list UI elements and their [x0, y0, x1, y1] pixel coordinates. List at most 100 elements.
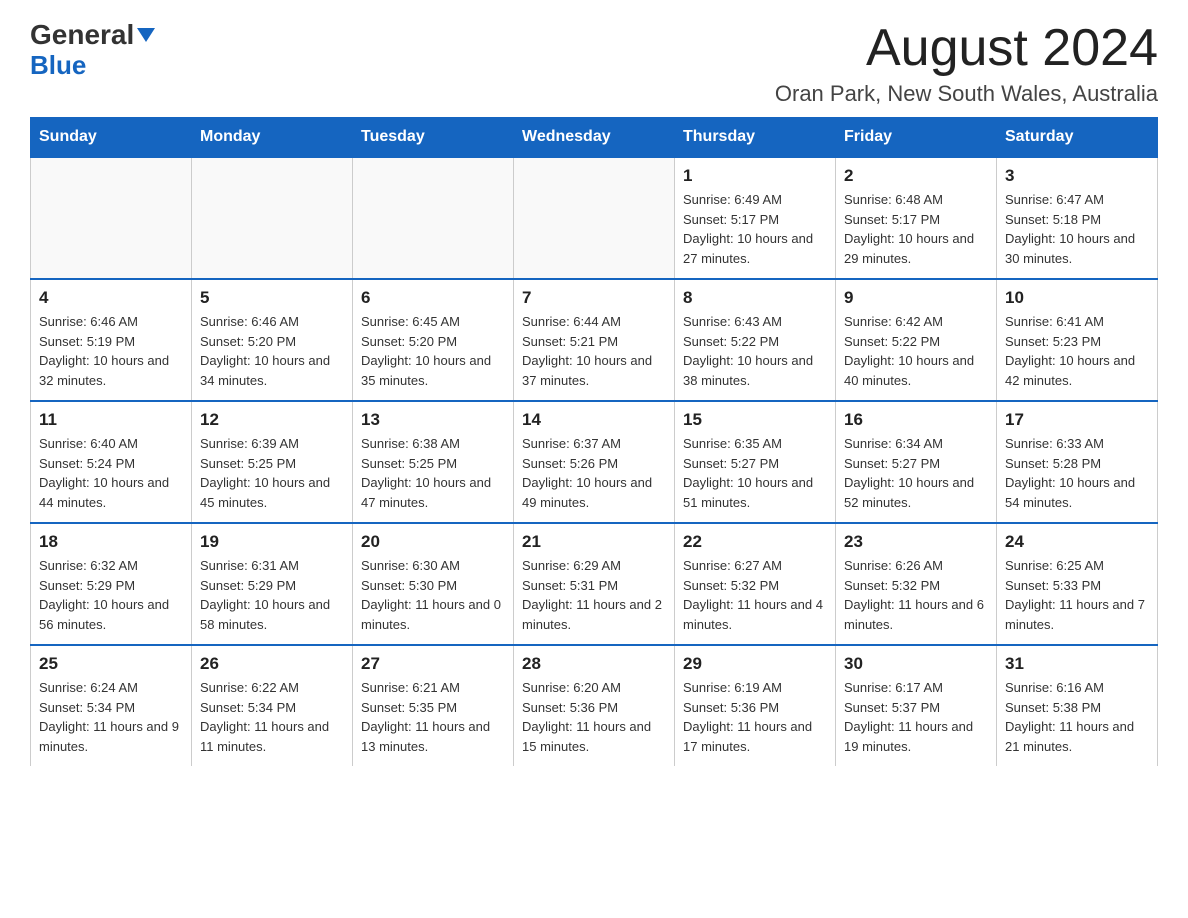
- day-number: 19: [200, 532, 344, 552]
- day-number: 15: [683, 410, 827, 430]
- day-info: Sunrise: 6:41 AMSunset: 5:23 PMDaylight:…: [1005, 312, 1149, 390]
- calendar-table: SundayMondayTuesdayWednesdayThursdayFrid…: [30, 117, 1158, 766]
- day-number: 1: [683, 166, 827, 186]
- day-info: Sunrise: 6:35 AMSunset: 5:27 PMDaylight:…: [683, 434, 827, 512]
- title-area: August 2024 Oran Park, New South Wales, …: [775, 20, 1158, 107]
- calendar-header-row: SundayMondayTuesdayWednesdayThursdayFrid…: [31, 118, 1158, 158]
- calendar-day-header-sunday: Sunday: [31, 118, 192, 158]
- day-number: 9: [844, 288, 988, 308]
- calendar-cell: 18Sunrise: 6:32 AMSunset: 5:29 PMDayligh…: [31, 523, 192, 645]
- calendar-cell: 6 Sunrise: 6:45 AMSunset: 5:20 PMDaylight…: [353, 279, 514, 401]
- logo-triangle-icon: [137, 28, 155, 42]
- day-info: Sunrise: 6:21 AMSunset: 5:35 PMDaylight:…: [361, 678, 505, 756]
- day-number: 5: [200, 288, 344, 308]
- calendar-cell: 13 Sunrise: 6:38 AMSunset: 5:25 PMDayligh…: [353, 401, 514, 523]
- calendar-cell: 27 Sunrise: 6:21 AMSunset: 5:35 PMDayligh…: [353, 645, 514, 766]
- calendar-cell: 2Sunrise: 6:48 AMSunset: 5:17 PMDaylight…: [836, 157, 997, 279]
- calendar-cell: 14Sunrise: 6:37 AMSunset: 5:26 PMDayligh…: [514, 401, 675, 523]
- calendar-cell: [31, 157, 192, 279]
- calendar-cell: [514, 157, 675, 279]
- logo-blue-text: Blue: [30, 51, 86, 80]
- calendar-cell: 15 Sunrise: 6:35 AMSunset: 5:27 PMDayligh…: [675, 401, 836, 523]
- day-number: 17: [1005, 410, 1149, 430]
- calendar-week-row: 18Sunrise: 6:32 AMSunset: 5:29 PMDayligh…: [31, 523, 1158, 645]
- day-info: Sunrise: 6:34 AMSunset: 5:27 PMDaylight:…: [844, 434, 988, 512]
- day-number: 27: [361, 654, 505, 674]
- day-number: 25: [39, 654, 183, 674]
- day-info: Sunrise: 6:30 AMSunset: 5:30 PMDaylight:…: [361, 556, 505, 634]
- day-info: Sunrise: 6:46 AMSunset: 5:20 PMDaylight:…: [200, 312, 344, 390]
- calendar-day-header-wednesday: Wednesday: [514, 118, 675, 158]
- day-number: 4: [39, 288, 183, 308]
- day-number: 7: [522, 288, 666, 308]
- day-number: 10: [1005, 288, 1149, 308]
- day-number: 20: [361, 532, 505, 552]
- day-info: Sunrise: 6:27 AMSunset: 5:32 PMDaylight:…: [683, 556, 827, 634]
- day-info: Sunrise: 6:26 AMSunset: 5:32 PMDaylight:…: [844, 556, 988, 634]
- calendar-cell: 22 Sunrise: 6:27 AMSunset: 5:32 PMDayligh…: [675, 523, 836, 645]
- calendar-day-header-tuesday: Tuesday: [353, 118, 514, 158]
- day-info: Sunrise: 6:47 AMSunset: 5:18 PMDaylight:…: [1005, 190, 1149, 268]
- day-number: 21: [522, 532, 666, 552]
- day-info: Sunrise: 6:42 AMSunset: 5:22 PMDaylight:…: [844, 312, 988, 390]
- calendar-day-header-saturday: Saturday: [997, 118, 1158, 158]
- day-number: 22: [683, 532, 827, 552]
- calendar-cell: 16Sunrise: 6:34 AMSunset: 5:27 PMDayligh…: [836, 401, 997, 523]
- day-info: Sunrise: 6:29 AMSunset: 5:31 PMDaylight:…: [522, 556, 666, 634]
- calendar-week-row: 11Sunrise: 6:40 AMSunset: 5:24 PMDayligh…: [31, 401, 1158, 523]
- calendar-cell: 30 Sunrise: 6:17 AMSunset: 5:37 PMDayligh…: [836, 645, 997, 766]
- calendar-cell: 3Sunrise: 6:47 AMSunset: 5:18 PMDaylight…: [997, 157, 1158, 279]
- day-number: 29: [683, 654, 827, 674]
- day-number: 18: [39, 532, 183, 552]
- calendar-cell: 4 Sunrise: 6:46 AMSunset: 5:19 PMDaylight…: [31, 279, 192, 401]
- header: General Blue August 2024 Oran Park, New …: [30, 20, 1158, 107]
- calendar-week-row: 1Sunrise: 6:49 AMSunset: 5:17 PMDaylight…: [31, 157, 1158, 279]
- day-number: 28: [522, 654, 666, 674]
- calendar-cell: 19Sunrise: 6:31 AMSunset: 5:29 PMDayligh…: [192, 523, 353, 645]
- calendar-week-row: 25 Sunrise: 6:24 AMSunset: 5:34 PMDayligh…: [31, 645, 1158, 766]
- day-info: Sunrise: 6:37 AMSunset: 5:26 PMDaylight:…: [522, 434, 666, 512]
- day-number: 8: [683, 288, 827, 308]
- calendar-cell: 9 Sunrise: 6:42 AMSunset: 5:22 PMDaylight…: [836, 279, 997, 401]
- calendar-cell: 8 Sunrise: 6:43 AMSunset: 5:22 PMDaylight…: [675, 279, 836, 401]
- day-info: Sunrise: 6:22 AMSunset: 5:34 PMDaylight:…: [200, 678, 344, 756]
- calendar-cell: 28Sunrise: 6:20 AMSunset: 5:36 PMDayligh…: [514, 645, 675, 766]
- calendar-cell: [353, 157, 514, 279]
- calendar-cell: 7 Sunrise: 6:44 AMSunset: 5:21 PMDaylight…: [514, 279, 675, 401]
- calendar-day-header-thursday: Thursday: [675, 118, 836, 158]
- calendar-cell: 20 Sunrise: 6:30 AMSunset: 5:30 PMDayligh…: [353, 523, 514, 645]
- day-number: 11: [39, 410, 183, 430]
- calendar-cell: 10 Sunrise: 6:41 AMSunset: 5:23 PMDayligh…: [997, 279, 1158, 401]
- day-info: Sunrise: 6:33 AMSunset: 5:28 PMDaylight:…: [1005, 434, 1149, 512]
- day-info: Sunrise: 6:38 AMSunset: 5:25 PMDaylight:…: [361, 434, 505, 512]
- day-number: 30: [844, 654, 988, 674]
- logo: General Blue: [30, 20, 155, 79]
- location-title: Oran Park, New South Wales, Australia: [775, 81, 1158, 107]
- day-number: 12: [200, 410, 344, 430]
- calendar-cell: 24Sunrise: 6:25 AMSunset: 5:33 PMDayligh…: [997, 523, 1158, 645]
- logo-general-text: General: [30, 20, 134, 51]
- day-info: Sunrise: 6:24 AMSunset: 5:34 PMDaylight:…: [39, 678, 183, 756]
- day-info: Sunrise: 6:43 AMSunset: 5:22 PMDaylight:…: [683, 312, 827, 390]
- day-info: Sunrise: 6:44 AMSunset: 5:21 PMDaylight:…: [522, 312, 666, 390]
- calendar-cell: 26Sunrise: 6:22 AMSunset: 5:34 PMDayligh…: [192, 645, 353, 766]
- calendar-cell: 31Sunrise: 6:16 AMSunset: 5:38 PMDayligh…: [997, 645, 1158, 766]
- day-number: 6: [361, 288, 505, 308]
- calendar-cell: 21 Sunrise: 6:29 AMSunset: 5:31 PMDayligh…: [514, 523, 675, 645]
- calendar-cell: 25 Sunrise: 6:24 AMSunset: 5:34 PMDayligh…: [31, 645, 192, 766]
- day-number: 23: [844, 532, 988, 552]
- day-info: Sunrise: 6:46 AMSunset: 5:19 PMDaylight:…: [39, 312, 183, 390]
- calendar-cell: 29 Sunrise: 6:19 AMSunset: 5:36 PMDayligh…: [675, 645, 836, 766]
- day-info: Sunrise: 6:19 AMSunset: 5:36 PMDaylight:…: [683, 678, 827, 756]
- day-number: 31: [1005, 654, 1149, 674]
- day-number: 13: [361, 410, 505, 430]
- month-title: August 2024: [775, 20, 1158, 77]
- day-info: Sunrise: 6:45 AMSunset: 5:20 PMDaylight:…: [361, 312, 505, 390]
- calendar-day-header-monday: Monday: [192, 118, 353, 158]
- calendar-cell: 23 Sunrise: 6:26 AMSunset: 5:32 PMDayligh…: [836, 523, 997, 645]
- day-number: 2: [844, 166, 988, 186]
- day-info: Sunrise: 6:25 AMSunset: 5:33 PMDaylight:…: [1005, 556, 1149, 634]
- day-info: Sunrise: 6:17 AMSunset: 5:37 PMDaylight:…: [844, 678, 988, 756]
- calendar-cell: 5 Sunrise: 6:46 AMSunset: 5:20 PMDaylight…: [192, 279, 353, 401]
- calendar-cell: 11Sunrise: 6:40 AMSunset: 5:24 PMDayligh…: [31, 401, 192, 523]
